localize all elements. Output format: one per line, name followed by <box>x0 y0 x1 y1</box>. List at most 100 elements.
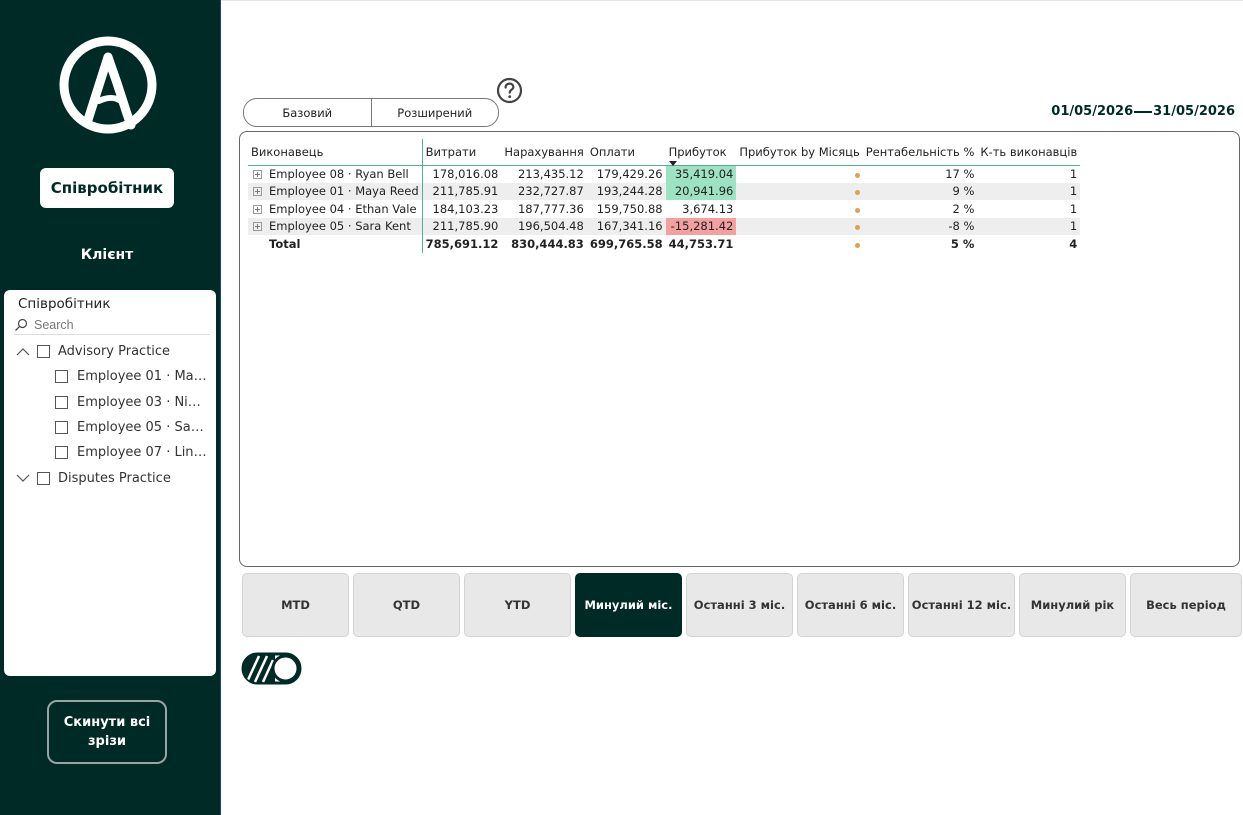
count-cell: 1 <box>1069 201 1078 216</box>
count-cell: 1 <box>977 182 1081 200</box>
checkbox[interactable] <box>55 370 68 384</box>
profit-cell: 35,419.04 <box>665 165 737 183</box>
col-header-profit[interactable]: Прибуток <box>665 139 737 166</box>
checkbox[interactable] <box>37 345 50 359</box>
tab-extended[interactable]: Розширений <box>370 99 499 126</box>
col-header-accruals[interactable]: Нарахування <box>501 139 587 166</box>
col-header-performer[interactable]: Виконавець <box>248 139 423 166</box>
row-name-cell[interactable]: Employee 05 · Sara Kent <box>248 217 423 235</box>
sparkline-dot-icon <box>854 242 860 248</box>
slicer-item-label: Employee 01 · Maya Reed <box>77 369 208 385</box>
reset-filters-button[interactable]: Скинути всі зрізи <box>47 700 167 764</box>
margin-cell: 2 % <box>952 201 975 216</box>
expand-plus-icon[interactable] <box>253 187 262 197</box>
col-header-profit-label: Прибуток <box>668 144 727 159</box>
slicer-item-label: Employee 05 · Sara Kent <box>77 420 208 436</box>
period-last-12-months-button[interactable]: Останні 12 міс. <box>908 573 1015 637</box>
client-view-button[interactable]: Клієнт <box>40 247 174 263</box>
row-name-cell[interactable]: Employee 08 · Ryan Bell <box>248 165 423 183</box>
period-last-3-months-button[interactable]: Останні 3 міс. <box>686 573 793 637</box>
total-profit-cell: 44,753.71 <box>668 236 734 251</box>
margin-cell: -8 % <box>862 217 978 235</box>
chevron-up-icon[interactable] <box>16 345 30 359</box>
col-header-profit-by-month[interactable]: Прибуток by Місяць <box>736 139 863 166</box>
table-row: Employee 04 · Ethan Vale 184,103.23 187,… <box>248 200 1080 218</box>
slicer-group-advisory[interactable]: Advisory Practice <box>12 339 208 364</box>
table-total-row: Total 785,691.12 830,444.83 699,765.58 4… <box>248 235 1080 253</box>
period-all-time-button[interactable]: Весь період <box>1130 573 1242 637</box>
checkbox[interactable] <box>55 446 68 460</box>
slicer-search-input[interactable]: Search <box>14 315 210 335</box>
question-circle-icon[interactable] <box>496 77 523 104</box>
employee-view-button[interactable]: Співробітник <box>40 168 174 208</box>
row-name-cell[interactable]: Employee 04 · Ethan Vale <box>248 200 423 218</box>
payments-cell: 179,429.26 <box>596 167 663 181</box>
slicer-item-employee-05[interactable]: Employee 05 · Sara Kent <box>12 415 208 440</box>
tab-basic[interactable]: Базовий <box>244 99 371 126</box>
accruals-cell: 187,777.36 <box>517 201 584 216</box>
margin-cell: 17 % <box>945 167 975 181</box>
row-name: Employee 01 · Maya Reed <box>269 184 419 199</box>
payments-cell: 167,341.16 <box>586 217 666 235</box>
checkbox[interactable] <box>37 471 50 485</box>
col-header-performer-count[interactable]: К-ть виконавців <box>977 139 1081 166</box>
checkbox[interactable] <box>55 395 68 409</box>
slicer-item-employee-03[interactable]: Employee 03 · Nina ... <box>12 390 208 415</box>
total-profit-by-month-cell <box>736 235 862 253</box>
count-cell: 1 <box>1069 167 1078 181</box>
period-ytd-button[interactable]: YTD <box>464 573 571 637</box>
row-name: Employee 04 · Ethan Vale <box>269 201 417 216</box>
col-header-payments[interactable]: Оплати <box>586 139 666 166</box>
date-range: 01/05/2026 31/05/2026 <box>1051 104 1235 119</box>
row-name-cell[interactable]: Employee 01 · Maya Reed <box>248 182 423 200</box>
expand-plus-icon[interactable] <box>253 170 262 179</box>
table-row: Employee 01 · Maya Reed 211,785.91 232,7… <box>248 182 1081 200</box>
period-qtd-button[interactable]: QTD <box>353 573 460 637</box>
total-label: Total <box>248 235 423 253</box>
expenses-cell: 178,016.08 <box>432 167 499 181</box>
col-header-margin[interactable]: Рентабельність % <box>862 139 978 166</box>
row-name: Employee 08 · Ryan Bell <box>269 167 409 181</box>
employee-slicer: Співробітник Search Advisory Practice Em… <box>4 290 216 676</box>
table-header-row: Виконавець Витрати Нарахування Оплати Пр… <box>248 139 1081 166</box>
view-tabs: Базовий Розширений <box>243 98 499 127</box>
expand-plus-icon[interactable] <box>253 222 262 232</box>
total-expenses-cell: 785,691.12 <box>425 236 499 251</box>
period-last-year-button[interactable]: Минулий рік <box>1019 573 1126 637</box>
accruals-cell: 232,727.87 <box>501 182 587 200</box>
sparkline-dot-icon <box>854 207 860 213</box>
accruals-cell: 213,435.12 <box>517 167 584 181</box>
row-name: Employee 05 · Sara Kent <box>269 219 411 234</box>
table-row: Employee 08 · Ryan Bell 178,016.08 213,4… <box>248 165 1080 183</box>
slicer-item-employee-07[interactable]: Employee 07 · Lina ... <box>12 440 208 465</box>
period-last-month-button[interactable]: Минулий міс. <box>575 573 682 637</box>
slicer-item-employee-01[interactable]: Employee 01 · Maya Reed <box>12 364 208 389</box>
chevron-down-icon[interactable] <box>16 471 30 485</box>
date-range-dash <box>1134 110 1153 113</box>
col-header-expenses[interactable]: Витрати <box>422 139 502 166</box>
checkbox[interactable] <box>55 421 68 435</box>
total-payments-cell: 699,765.58 <box>589 236 663 251</box>
sparkline-dot-icon <box>854 173 860 178</box>
period-mtd-button[interactable]: MTD <box>242 573 349 637</box>
sort-desc-icon <box>668 160 677 166</box>
profit-by-month-cell <box>736 200 862 218</box>
period-buttons: MTD QTD YTD Минулий міс. Останні 3 міс. … <box>242 573 1242 637</box>
matrix-panel: Виконавець Витрати Нарахування Оплати Пр… <box>239 131 1240 567</box>
table-row: Employee 05 · Sara Kent 211,785.90 196,5… <box>248 217 1081 235</box>
margin-cell: 9 % <box>862 182 978 200</box>
toggle-switch-icon[interactable] <box>241 652 302 685</box>
slicer-tree: Advisory Practice Employee 01 · Maya Ree… <box>12 339 208 491</box>
profit-by-month-cell <box>736 217 863 235</box>
accruals-cell: 196,504.48 <box>501 217 587 235</box>
search-icon <box>15 318 28 331</box>
expand-plus-icon[interactable] <box>253 204 262 214</box>
period-last-6-months-button[interactable]: Останні 6 міс. <box>797 573 904 637</box>
slicer-group-disputes[interactable]: Disputes Practice <box>12 465 208 490</box>
profit-cell: 20,941.96 <box>665 182 737 200</box>
expenses-cell: 184,103.23 <box>432 201 499 216</box>
employee-matrix: Виконавець Витрати Нарахування Оплати Пр… <box>248 139 1081 253</box>
company-logo-icon <box>59 36 157 134</box>
top-divider <box>221 0 1243 1</box>
total-count-cell: 4 <box>1069 236 1078 251</box>
